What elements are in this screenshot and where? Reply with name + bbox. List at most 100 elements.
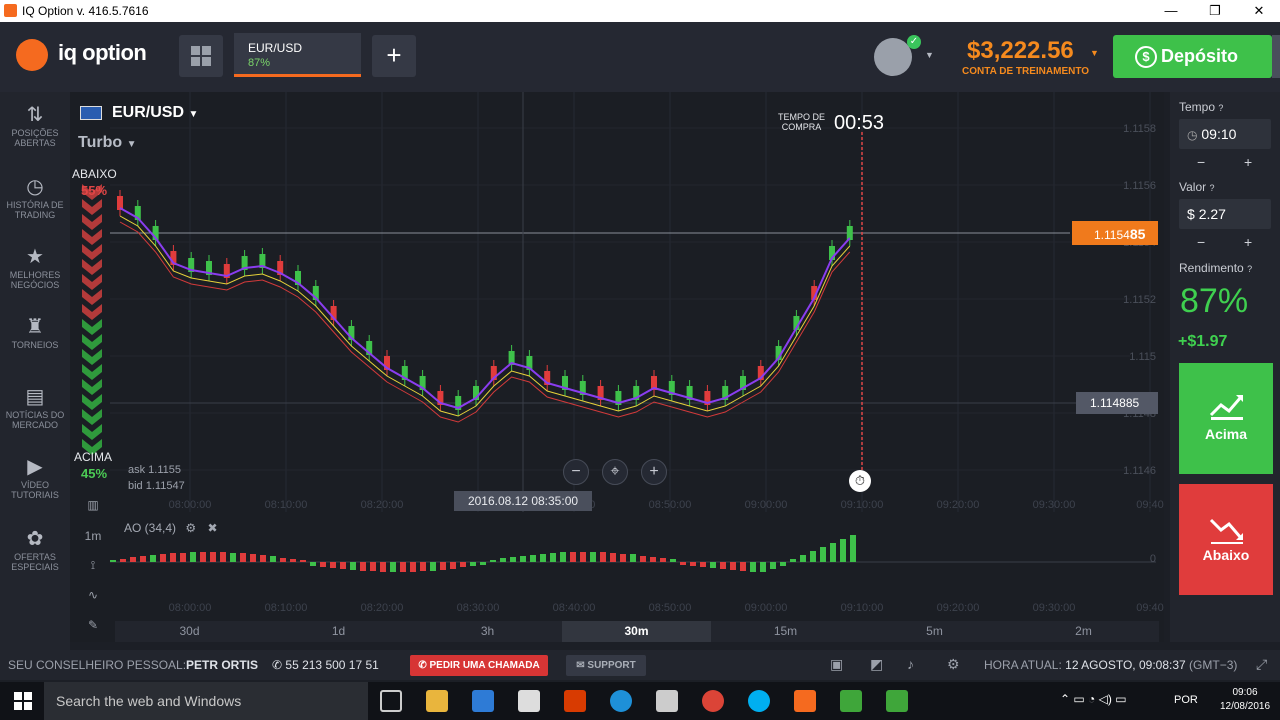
indicators-icon[interactable]: ⟟ xyxy=(78,558,108,573)
asset-grid-button[interactable] xyxy=(179,35,223,77)
outlook-icon[interactable] xyxy=(472,690,494,712)
sound-icon[interactable]: ♪ xyxy=(907,656,914,672)
office-icon[interactable] xyxy=(564,690,586,712)
candle-period-button[interactable]: 1m xyxy=(78,529,108,543)
account-balance[interactable]: $3,222.56 xyxy=(967,37,1074,65)
iq-option-taskbar-icon[interactable] xyxy=(794,690,816,712)
candle-body xyxy=(117,196,123,210)
pencil-icon[interactable]: ✎ xyxy=(78,618,108,632)
dollar-icon: $ xyxy=(1135,46,1157,68)
settings-gear-icon[interactable]: ⚙ xyxy=(947,656,960,673)
support-button[interactable]: ✉ SUPPORT xyxy=(566,655,646,676)
sentiment-chevron xyxy=(82,379,102,395)
camtasia-recorder-icon[interactable] xyxy=(886,690,908,712)
chart-settings-icon[interactable]: ◩ xyxy=(870,656,883,673)
task-view-icon[interactable] xyxy=(380,690,402,712)
chart-type-icon[interactable]: ▥ xyxy=(78,498,108,512)
amount-info-icon[interactable]: ? xyxy=(1209,183,1214,193)
time-plus-button[interactable]: + xyxy=(1244,154,1252,170)
balance-dropdown-icon[interactable]: ▼ xyxy=(1090,48,1099,58)
sidebar-item-trading-history[interactable]: ◷ HISTÓRIA DE TRADING xyxy=(0,174,70,220)
bid-price: bid 1.11547 xyxy=(128,480,185,492)
asset-selector[interactable]: EUR/USD ▼ xyxy=(112,104,198,122)
skype-icon[interactable] xyxy=(748,690,770,712)
center-chart-button[interactable]: ⌖ xyxy=(602,459,628,485)
timeframe-5m[interactable]: 5m xyxy=(860,621,1009,642)
language-indicator[interactable]: POR xyxy=(1174,694,1198,706)
store-icon[interactable] xyxy=(518,690,540,712)
timeframe-2m[interactable]: 2m xyxy=(1009,621,1158,642)
sidebar-item-open-positions[interactable]: ⇅ POSIÇÕES ABERTAS xyxy=(0,102,70,148)
timeframe-15m[interactable]: 15m xyxy=(711,621,860,642)
price-chart[interactable]: 08:00:00 08:00:00 08:10:00 08:10:00 08:20:00… xyxy=(70,92,1164,642)
grid-icon xyxy=(191,46,211,66)
indicator-bar xyxy=(690,562,696,566)
amount-minus-button[interactable]: − xyxy=(1197,234,1205,250)
sentiment-chevron xyxy=(82,199,102,215)
indicator-bar xyxy=(770,562,776,569)
indicator-bar xyxy=(310,562,316,566)
yield-info-icon[interactable]: ? xyxy=(1247,264,1252,274)
chart-area[interactable]: 08:00:00 08:00:00 08:10:00 08:10:00 08:20:00… xyxy=(70,92,1164,642)
maximize-button[interactable]: ❐ xyxy=(1193,0,1237,22)
indicator-bar xyxy=(530,555,536,562)
indicator-bar xyxy=(150,555,156,562)
amount-plus-button[interactable]: + xyxy=(1244,234,1252,250)
fullscreen-icon[interactable]: ⤢ xyxy=(1256,656,1267,673)
sidebar-item-market-news[interactable]: ▤ NOTÍCIAS DO MERCADO xyxy=(0,384,70,430)
timeframe-3h[interactable]: 3h xyxy=(413,621,562,642)
put-down-button[interactable]: Abaixo xyxy=(1179,484,1273,595)
avatar-dropdown-icon[interactable]: ▼ xyxy=(925,50,934,60)
timeframe-30m[interactable]: 30m xyxy=(562,621,711,642)
calculator-icon[interactable] xyxy=(656,690,678,712)
amount-label: Valor ? xyxy=(1179,180,1215,194)
chrome-icon[interactable] xyxy=(702,690,724,712)
call-up-button[interactable]: Acima xyxy=(1179,363,1273,474)
sidebar-item-best-deals[interactable]: ★ MELHORES NEGÓCIOS xyxy=(0,244,70,290)
time-minus-button[interactable]: − xyxy=(1197,154,1205,170)
sentiment-chevron xyxy=(82,319,102,335)
camtasia-icon[interactable] xyxy=(840,690,862,712)
windows-start-icon[interactable] xyxy=(14,692,32,715)
asset-tab-eurusd[interactable]: EUR/USD 87% xyxy=(234,33,361,77)
scrollbar[interactable] xyxy=(1272,35,1280,78)
sidebar-item-video-tutorials[interactable]: ▶ VÍDEO TUTORIAIS xyxy=(0,454,70,500)
indicator-settings-icon[interactable]: ⚙ xyxy=(185,521,196,535)
sentiment-chevron xyxy=(82,424,102,440)
indicator-bar xyxy=(700,562,706,567)
edge-icon[interactable] xyxy=(610,690,632,712)
timeframe-30d[interactable]: 30d xyxy=(115,621,264,642)
taskbar-clock[interactable]: 09:06 12/08/2016 xyxy=(1212,686,1278,714)
chart-up-icon xyxy=(1209,395,1243,420)
amount-input[interactable]: $ 2.27 xyxy=(1179,199,1271,229)
line-tool-icon[interactable]: ∿ xyxy=(78,588,108,602)
expiry-time-field[interactable]: ◷ 09:10 xyxy=(1179,119,1271,149)
time-info-icon[interactable]: ? xyxy=(1218,103,1223,113)
arrows-icon: ⇅ xyxy=(26,104,44,126)
x-tick-label: 09:20:00 xyxy=(937,499,980,511)
indicator-bar xyxy=(380,562,386,572)
timeframe-1d[interactable]: 1d xyxy=(264,621,413,642)
mode-selector[interactable]: Turbo ▼ xyxy=(78,134,137,152)
indicator-close-icon[interactable]: ✖ xyxy=(207,521,217,535)
deposit-button[interactable]: $ Depósito xyxy=(1113,35,1272,78)
layout-icon[interactable]: ▣ xyxy=(830,656,843,673)
sidebar-item-tournaments[interactable]: ♜ TORNEIOS xyxy=(0,314,70,350)
tray-icons[interactable]: ⌃ ▭ ◔ ◁) ▭ xyxy=(1060,692,1127,706)
zoom-in-button[interactable]: + xyxy=(641,459,667,485)
amount-stepper: − + xyxy=(1179,234,1271,252)
taskbar-search[interactable]: Search the web and Windows xyxy=(44,682,368,720)
request-call-button[interactable]: ✆ PEDIR UMA CHAMADA xyxy=(410,655,548,676)
time-stepper: − + xyxy=(1179,154,1271,172)
sentiment-chevron xyxy=(82,334,102,350)
zoom-out-button[interactable]: − xyxy=(563,459,589,485)
indicator-bar xyxy=(580,552,586,562)
minimize-button[interactable]: — xyxy=(1149,0,1193,22)
indicator-bar xyxy=(660,558,666,562)
indicator-bar xyxy=(210,552,216,562)
add-asset-button[interactable]: + xyxy=(372,35,416,77)
close-button[interactable]: ✕ xyxy=(1237,0,1280,22)
sidebar-item-special-offers[interactable]: ✿ OFERTAS ESPECIAIS xyxy=(0,526,70,572)
down-label: ABAIXO xyxy=(72,167,117,181)
file-explorer-icon[interactable] xyxy=(426,690,448,712)
